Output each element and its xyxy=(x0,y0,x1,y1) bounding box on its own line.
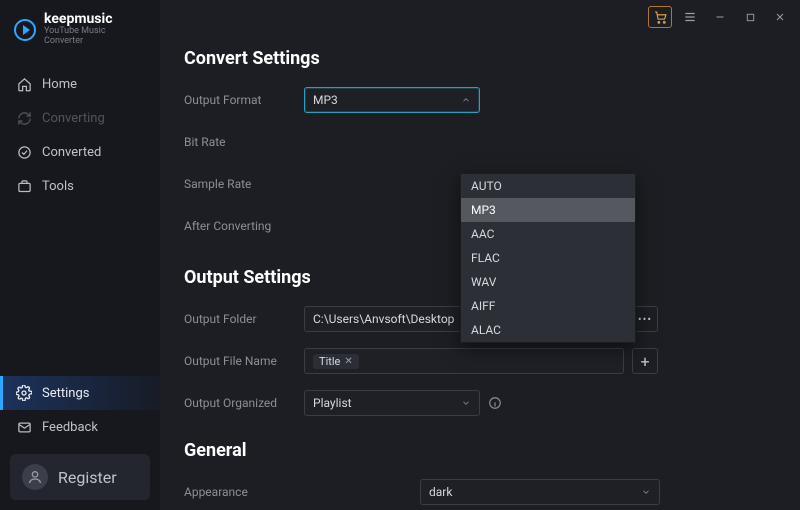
sidebar-item-home[interactable]: Home xyxy=(0,67,160,101)
sidebar-bottom: Settings Feedback Register xyxy=(0,376,160,510)
select-appearance[interactable]: dark xyxy=(420,479,660,505)
content-scroll: Convert Settings Output Format MP3 Bit R… xyxy=(160,34,800,510)
sidebar-item-converted[interactable]: Converted xyxy=(0,135,160,169)
brand-logo-icon xyxy=(14,19,36,41)
gear-icon xyxy=(16,385,32,401)
cart-button[interactable] xyxy=(648,6,672,28)
register-label: Register xyxy=(58,468,117,487)
titlebar xyxy=(160,0,800,34)
select-value: MP3 xyxy=(313,93,338,107)
maximize-button[interactable] xyxy=(738,6,762,28)
converted-icon xyxy=(16,144,32,160)
filename-chip[interactable]: Title ✕ xyxy=(313,354,359,369)
dropdown-option-aiff[interactable]: AIFF xyxy=(461,294,635,318)
brand-text: keepmusic YouTube Music Converter xyxy=(44,12,146,47)
ellipsis-icon: ••• xyxy=(638,313,652,326)
section-title-general: General xyxy=(184,440,776,461)
select-value: Playlist xyxy=(313,396,352,410)
chevron-up-icon xyxy=(461,95,471,105)
info-icon[interactable] xyxy=(488,396,502,410)
sidebar-item-label: Feedback xyxy=(42,420,98,435)
plus-icon: + xyxy=(640,352,649,371)
row-output-organized: Output Organized Playlist xyxy=(184,388,776,418)
app-window: keepmusic YouTube Music Converter Home C… xyxy=(0,0,800,510)
chevron-down-icon xyxy=(641,487,651,497)
chip-label: Title xyxy=(319,355,340,368)
section-title-convert: Convert Settings xyxy=(184,48,776,69)
dropdown-option-auto[interactable]: AUTO xyxy=(461,174,635,198)
row-output-format: Output Format MP3 xyxy=(184,85,776,115)
label-sample-rate: Sample Rate xyxy=(184,177,304,191)
label-output-filename: Output File Name xyxy=(184,354,304,368)
chevron-down-icon xyxy=(461,398,471,408)
minimize-button[interactable] xyxy=(708,6,732,28)
close-button[interactable] xyxy=(768,6,792,28)
dropdown-option-flac[interactable]: FLAC xyxy=(461,246,635,270)
label-appearance: Appearance xyxy=(184,485,420,499)
select-output-format[interactable]: MP3 xyxy=(304,87,480,113)
feedback-icon xyxy=(16,419,32,435)
sidebar-item-tools[interactable]: Tools xyxy=(0,169,160,203)
converting-icon xyxy=(16,110,32,126)
input-output-filename[interactable]: Title ✕ xyxy=(304,348,624,374)
dropdown-option-alac[interactable]: ALAC xyxy=(461,318,635,342)
hamburger-menu-button[interactable] xyxy=(678,6,702,28)
register-button[interactable]: Register xyxy=(10,454,150,500)
sidebar-item-label: Home xyxy=(42,77,77,92)
row-output-filename: Output File Name Title ✕ + xyxy=(184,346,776,376)
select-value: dark xyxy=(429,485,452,499)
label-output-folder: Output Folder xyxy=(184,312,304,326)
dropdown-option-mp3[interactable]: MP3 xyxy=(461,198,635,222)
dropdown-option-aac[interactable]: AAC xyxy=(461,222,635,246)
sidebar: keepmusic YouTube Music Converter Home C… xyxy=(0,0,160,510)
brand-name: keepmusic xyxy=(44,12,146,27)
avatar-icon xyxy=(22,464,48,490)
add-filename-token-button[interactable]: + xyxy=(632,348,658,374)
label-after-converting: After Converting xyxy=(184,219,304,233)
sidebar-item-label: Converted xyxy=(42,145,101,160)
row-appearance: Appearance dark xyxy=(184,477,776,507)
sidebar-item-settings[interactable]: Settings xyxy=(0,376,160,410)
sidebar-item-label: Converting xyxy=(42,111,105,126)
sidebar-item-label: Settings xyxy=(42,386,89,401)
row-bit-rate: Bit Rate xyxy=(184,127,776,157)
home-icon xyxy=(16,76,32,92)
label-output-organized: Output Organized xyxy=(184,396,304,410)
label-output-format: Output Format xyxy=(184,93,304,107)
sidebar-item-label: Tools xyxy=(42,179,74,194)
sidebar-item-feedback[interactable]: Feedback xyxy=(0,410,160,444)
brand-subtitle: YouTube Music Converter xyxy=(44,27,146,47)
dropdown-option-wav[interactable]: WAV xyxy=(461,270,635,294)
label-bit-rate: Bit Rate xyxy=(184,135,304,149)
brand: keepmusic YouTube Music Converter xyxy=(0,0,160,61)
chip-remove-icon[interactable]: ✕ xyxy=(344,356,352,367)
select-output-organized[interactable]: Playlist xyxy=(304,390,480,416)
primary-nav: Home Converting Converted Tools xyxy=(0,67,160,203)
input-value: C:\Users\Anvsoft\Desktop xyxy=(313,312,454,326)
main: Convert Settings Output Format MP3 Bit R… xyxy=(160,0,800,510)
tools-icon xyxy=(16,178,32,194)
sidebar-item-converting[interactable]: Converting xyxy=(0,101,160,135)
dropdown-output-format: AUTO MP3 AAC FLAC WAV AIFF ALAC xyxy=(460,173,636,343)
